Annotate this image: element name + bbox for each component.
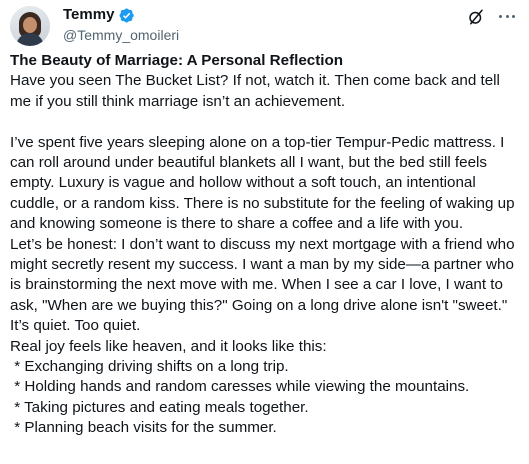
verified-badge-icon bbox=[119, 8, 135, 22]
grok-icon[interactable] bbox=[467, 8, 485, 26]
list-item: * Taking pictures and eating meals toget… bbox=[10, 398, 309, 416]
list-item: * Holding hands and random caresses whil… bbox=[10, 378, 470, 396]
avatar[interactable] bbox=[10, 6, 50, 46]
post-paragraph: Have you seen The Bucket List? If not, w… bbox=[10, 72, 505, 110]
name-row: Temmy bbox=[63, 6, 135, 24]
more-options-icon[interactable] bbox=[497, 6, 517, 26]
post-header: Temmy @Temmy_omoileri bbox=[10, 5, 519, 46]
list-item: * Exchanging driving shifts on a long tr… bbox=[10, 358, 289, 376]
post-paragraph: I’ve spent five years sleeping alone on … bbox=[10, 133, 519, 233]
post-title: The Beauty of Marriage: A Personal Refle… bbox=[10, 52, 344, 69]
user-handle[interactable]: @Temmy_omoileri bbox=[63, 26, 179, 44]
post-paragraph: Let’s be honest: I don’t want to discuss… bbox=[10, 235, 519, 335]
display-name[interactable]: Temmy bbox=[63, 6, 114, 24]
post-body: The Beauty of Marriage: A Personal Refle… bbox=[10, 51, 522, 439]
avatar-face bbox=[23, 17, 37, 33]
post-paragraph: Real joy feels like heaven, and it looks… bbox=[10, 337, 327, 355]
list-item: * Planning beach visits for the summer. bbox=[10, 419, 277, 437]
